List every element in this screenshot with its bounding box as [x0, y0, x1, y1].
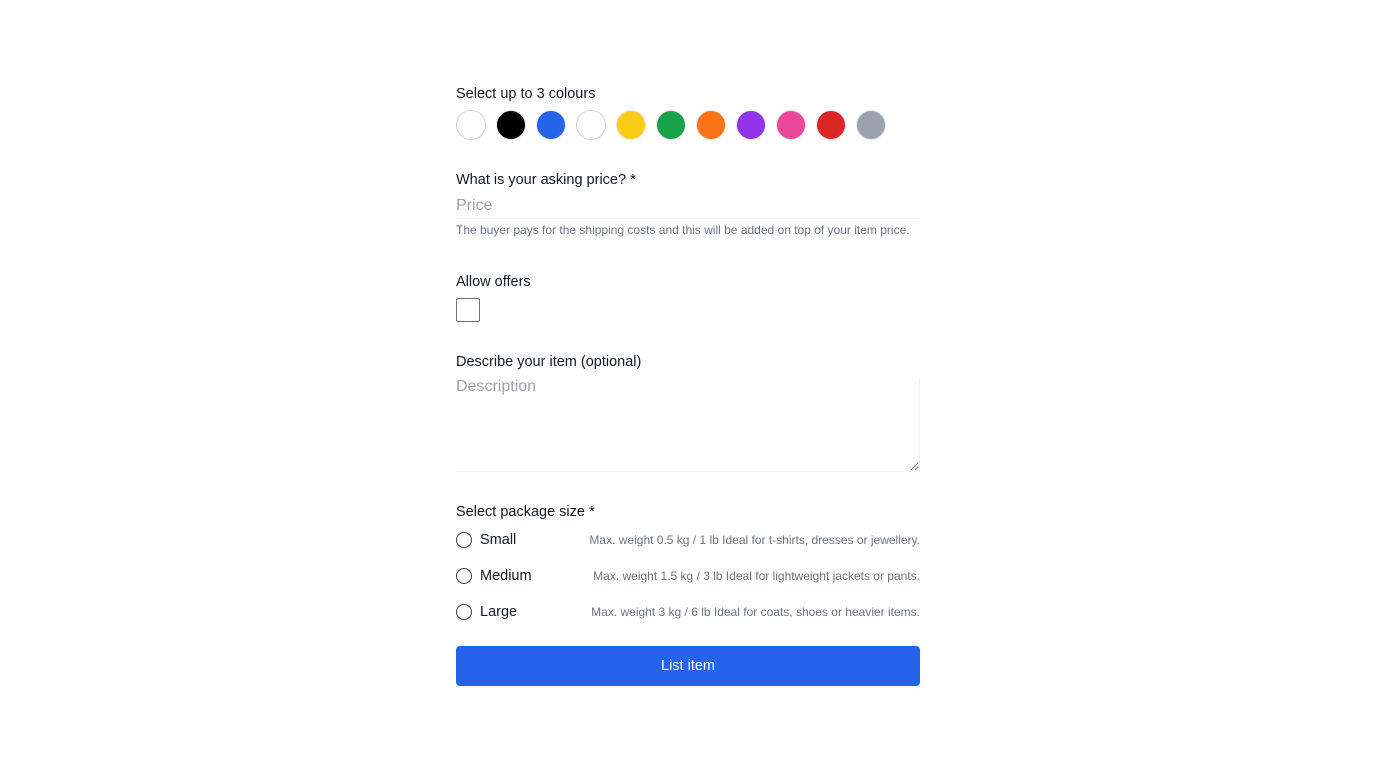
allow-offers-checkbox[interactable]: [456, 298, 480, 322]
price-helper-text: The buyer pays for the shipping costs an…: [456, 223, 910, 237]
colour-swatch-pink[interactable]: [776, 110, 806, 140]
small-radio[interactable]: [456, 532, 472, 548]
description-textarea[interactable]: [456, 378, 920, 472]
medium-radio[interactable]: [456, 568, 472, 584]
price-input[interactable]: [456, 193, 920, 219]
package-size-label: Select package size *: [456, 504, 595, 520]
colour-swatch-black[interactable]: [496, 110, 526, 140]
listing-form: Select up to 3 colours What is your aski…: [456, 84, 920, 686]
package-option-large[interactable]: Large Max. weight 3 kg / 6 lb Ideal for …: [456, 594, 920, 630]
offers-label: Allow offers: [456, 274, 531, 290]
package-option-detail: Max. weight 1.5 kg / 3 lb Ideal for ligh…: [593, 569, 920, 583]
colour-swatch-white[interactable]: [576, 110, 606, 140]
colour-swatch-red[interactable]: [816, 110, 846, 140]
description-label: Describe your item (optional): [456, 354, 642, 370]
colour-swatch-purple[interactable]: [736, 110, 766, 140]
colour-swatch-yellow[interactable]: [616, 110, 646, 140]
description-section: Describe your item (optional): [456, 352, 920, 472]
colour-label: Select up to 3 colours: [456, 86, 596, 102]
colour-swatch-white[interactable]: [456, 110, 486, 140]
colour-swatches: [456, 110, 920, 140]
price-section: What is your asking price? * The buyer p…: [456, 170, 920, 238]
package-option-name: Small: [480, 532, 517, 548]
package-option-name: Large: [480, 604, 518, 620]
package-option-name: Medium: [480, 568, 532, 584]
package-option-small[interactable]: Small Max. weight 0.5 kg / 1 lb Ideal fo…: [456, 522, 920, 558]
large-radio[interactable]: [456, 604, 472, 620]
colour-section: Select up to 3 colours: [456, 84, 920, 140]
list-item-button[interactable]: List item: [456, 646, 920, 686]
package-size-section: Select package size * Small Max. weight …: [456, 502, 920, 630]
colour-swatch-orange[interactable]: [696, 110, 726, 140]
colour-swatch-green[interactable]: [656, 110, 686, 140]
colour-swatch-gray[interactable]: [856, 110, 886, 140]
package-option-medium[interactable]: Medium Max. weight 1.5 kg / 3 lb Ideal f…: [456, 558, 920, 594]
package-option-detail: Max. weight 3 kg / 6 lb Ideal for coats,…: [591, 605, 920, 619]
package-option-detail: Max. weight 0.5 kg / 1 lb Ideal for t-sh…: [589, 533, 920, 547]
offers-section: Allow offers: [456, 272, 920, 322]
price-label: What is your asking price? *: [456, 172, 636, 188]
colour-swatch-blue[interactable]: [536, 110, 566, 140]
